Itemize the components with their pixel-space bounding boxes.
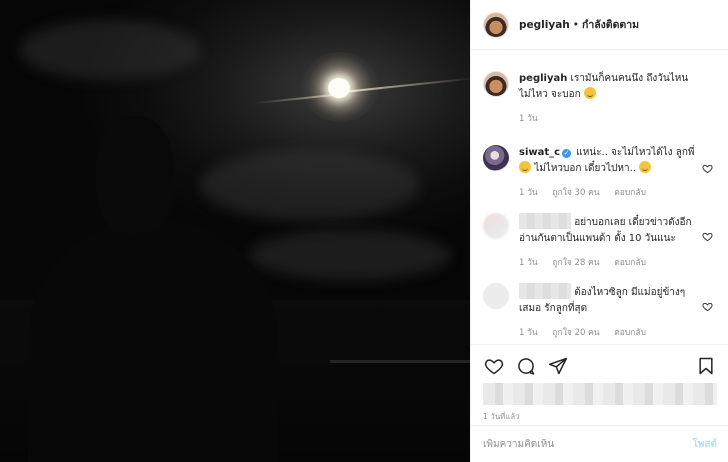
heart-icon[interactable] [483, 355, 505, 377]
cloud [250, 230, 450, 280]
caption: pegliyah เรามันก็คนคนนึง ถึงวันไหนไม่ไหว… [471, 71, 728, 127]
comment-likes[interactable]: ถูกใจ 30 คน [552, 188, 599, 198]
redacted-username [519, 213, 571, 229]
side-panel: pegliyah • กำลังติดตาม pegliyah เรามันก็… [470, 0, 728, 462]
redacted-username [519, 283, 571, 299]
caption-username[interactable]: pegliyah [519, 73, 567, 84]
bookmark-icon[interactable] [695, 355, 717, 377]
avatar[interactable] [483, 283, 509, 309]
comment-input[interactable] [483, 438, 693, 450]
comment-item: อย่าบอกเลย เดี๋ยวข่าวดังอีก อ่านกันตาเป็… [471, 213, 728, 271]
post-timestamp[interactable]: 1 วันที่แล้ว [483, 411, 728, 423]
comment-text-2: ไม่ไหวบอก เดี๋ยวไปหา.. [534, 163, 636, 174]
caption-time[interactable]: 1 วัน [519, 114, 538, 124]
like-comment-icon[interactable] [702, 301, 713, 312]
person-head [96, 116, 174, 234]
reply-button[interactable]: ตอบกลับ [614, 188, 646, 198]
smiling-face-icon [583, 87, 596, 99]
post-button[interactable]: โพสต์ [692, 437, 717, 452]
avatar[interactable] [483, 213, 509, 239]
avatar[interactable] [483, 145, 509, 171]
post-header: pegliyah • กำลังติดตาม [471, 0, 728, 50]
comment-item: ต้องไหวซิลูก มีแม่อยู่ข้างๆเสมอ รักลูกที… [471, 283, 728, 341]
person-silhouette [28, 220, 278, 462]
comment-item: siwat_c ✓ แหน่ะ.. จะไม่ไหวได้ไง ลูกพี่ ไม… [471, 145, 728, 201]
avatar[interactable] [483, 11, 509, 38]
like-comment-icon[interactable] [702, 163, 713, 174]
following-button[interactable]: กำลังติดตาม [582, 16, 639, 33]
reply-button[interactable]: ตอบกลับ [614, 258, 646, 268]
smirking-face-icon [519, 161, 531, 173]
cloud [20, 20, 200, 80]
comment-username[interactable]: siwat_c [519, 147, 560, 158]
share-icon[interactable] [547, 355, 569, 377]
grinning-face-icon [639, 161, 652, 173]
add-comment-bar: โพสต์ [471, 425, 728, 462]
comment-likes[interactable]: ถูกใจ 28 คน [552, 258, 599, 268]
water-reflection [330, 360, 470, 363]
moon [328, 78, 350, 98]
comment-time[interactable]: 1 วัน [519, 328, 538, 338]
liked-by-redacted [483, 383, 717, 405]
post-actions: 1 วันที่แล้ว [471, 344, 728, 424]
avatar[interactable] [483, 71, 509, 97]
verified-badge-icon: ✓ [562, 149, 572, 158]
author-username[interactable]: pegliyah [519, 19, 570, 31]
comment-time[interactable]: 1 วัน [519, 258, 538, 268]
separator-dot: • [572, 18, 579, 31]
comment-text: แหน่ะ.. จะไม่ไหวได้ไง ลูกพี่ [576, 147, 695, 158]
comment-likes[interactable]: ถูกใจ 20 คน [552, 328, 599, 338]
cloud [200, 150, 420, 220]
like-comment-icon[interactable] [702, 231, 713, 242]
reply-button[interactable]: ตอบกลับ [614, 328, 646, 338]
post-modal: pegliyah • กำลังติดตาม pegliyah เรามันก็… [0, 0, 728, 462]
comment-icon[interactable] [515, 355, 537, 377]
comments-list[interactable]: pegliyah เรามันก็คนคนนึง ถึงวันไหนไม่ไหว… [471, 51, 728, 344]
post-photo[interactable] [0, 0, 470, 462]
comment-time[interactable]: 1 วัน [519, 188, 538, 198]
